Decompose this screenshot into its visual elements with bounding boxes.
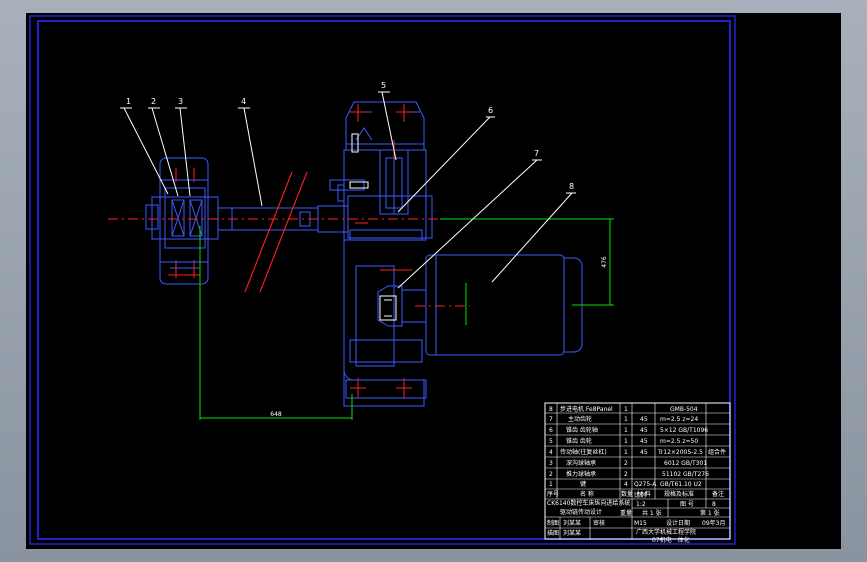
bom-material: 45 [640, 438, 648, 445]
bom-no: 2 [549, 471, 553, 478]
bom-spec: 6012 GB/T301 [664, 460, 707, 467]
bom-qty: 1 [624, 438, 628, 445]
bom-no: 7 [549, 416, 553, 423]
bom-material: 45 [640, 427, 648, 434]
bom-qty: 1 [624, 406, 628, 413]
bom-qty: 2 [624, 471, 628, 478]
bom-row-5: 5 锥齿 齿轮 1 45 m=2.5 z=50 [549, 437, 698, 445]
balloon-5: 5 [381, 81, 386, 90]
bom-note: 组合件 [708, 448, 726, 456]
bom-row-7: 7 主动齿轮 1 45 m=2.5 z=24 [549, 415, 698, 423]
bom-material: 45 [640, 449, 648, 456]
dim-648: 648 [270, 411, 282, 418]
bom-spec: m=2.5 z=24 [660, 416, 698, 423]
bom-name: 传动轴(往复丝杠) [560, 448, 607, 456]
school-name-visible: 广西大学机械工程学院 [636, 528, 696, 536]
bom-no: 1 [549, 481, 553, 488]
balloon-7: 7 [534, 149, 539, 158]
balloon-2: 2 [151, 97, 156, 106]
bom-name: 步进电机 Fe8Panel [560, 405, 613, 413]
dim-476: 476 [601, 256, 608, 268]
bom-spec: GB/T61.10 U2 [660, 481, 702, 488]
project-name: CK6140数控车床纵向进给系统 [547, 499, 630, 507]
model-space-margin [736, 16, 841, 549]
bom-name: 主动齿轮 [568, 415, 592, 423]
header-spec: 规格及标准 [664, 490, 694, 498]
bom-no: 5 [549, 438, 553, 445]
header-qty: 数量 [621, 490, 633, 498]
drawing-sheet [26, 13, 841, 549]
count-label: 共 1 张 [642, 509, 662, 517]
project-subtitle: 驱动链传动设计 [560, 508, 602, 516]
sheet-label: 图 号 [680, 501, 694, 508]
checker-label: 描图 [547, 529, 559, 537]
bom-spec: GMB-504 [670, 406, 698, 413]
sheet-value: 8 [712, 501, 716, 508]
balloon-1: 1 [126, 97, 131, 106]
bom-spec: 51102 GB/T276 [662, 471, 709, 478]
bom-spec: Tr12×2005-2.5 [657, 449, 703, 456]
bom-qty: 1 [624, 416, 628, 423]
bom-material: Q275-A [634, 481, 657, 488]
bom-spec: 5×12 GB/T1096 [660, 427, 708, 434]
bom-name: 锥齿 齿轮轴 [566, 426, 598, 434]
bom-qty: 1 [624, 449, 628, 456]
bom-qty: 1 [624, 427, 628, 434]
weight-label: 重量 [620, 509, 632, 517]
bom-name: 推力球轴承 [566, 470, 596, 478]
major-name: 07机电一体化 [652, 536, 690, 544]
balloon-4: 4 [241, 97, 246, 106]
balloon-8: 8 [569, 182, 574, 191]
bom-name: 深沟球轴承 [566, 459, 596, 467]
balloon-3: 3 [178, 97, 183, 106]
bom-row-8: 8 步进电机 Fe8Panel 1 GMB-504 [549, 405, 698, 413]
bom-no: 4 [549, 449, 553, 456]
cad-drawing-canvas[interactable]: 648 476 1 2 3 4 5 6 7 8 8 步进电机 Fe8Panel … [0, 0, 867, 562]
balloon-6: 6 [488, 106, 493, 115]
checker-name: 刘某某 [563, 529, 581, 537]
bom-material: 45 [640, 416, 648, 423]
bom-qty: 2 [624, 460, 628, 467]
header-note: 备注 [712, 490, 724, 498]
bom-name: 锥齿 齿轮 [566, 437, 592, 445]
bom-no: 6 [549, 427, 553, 434]
designer-label: 制图 [547, 519, 559, 527]
scale-label: 比例 [634, 491, 646, 499]
bom-name: 键 [580, 480, 586, 488]
header-name: 名 称 [580, 490, 594, 498]
bom-qty: 4 [624, 481, 628, 488]
cad-viewport[interactable]: 648 476 1 2 3 4 5 6 7 8 8 步进电机 Fe8Panel … [0, 0, 867, 562]
date-value: 09年3月 [702, 519, 725, 527]
reviewer-label: 审核 [593, 519, 605, 527]
bom-no: 3 [549, 460, 553, 467]
designer-name: 刘某某 [563, 519, 581, 527]
header-no: 序号 [547, 490, 559, 498]
scale-value: 1:2 [636, 501, 646, 508]
bom-spec: m=2.5 z=50 [660, 438, 698, 445]
bom-no: 8 [549, 406, 553, 413]
page-label: 第 1 张 [700, 509, 720, 517]
